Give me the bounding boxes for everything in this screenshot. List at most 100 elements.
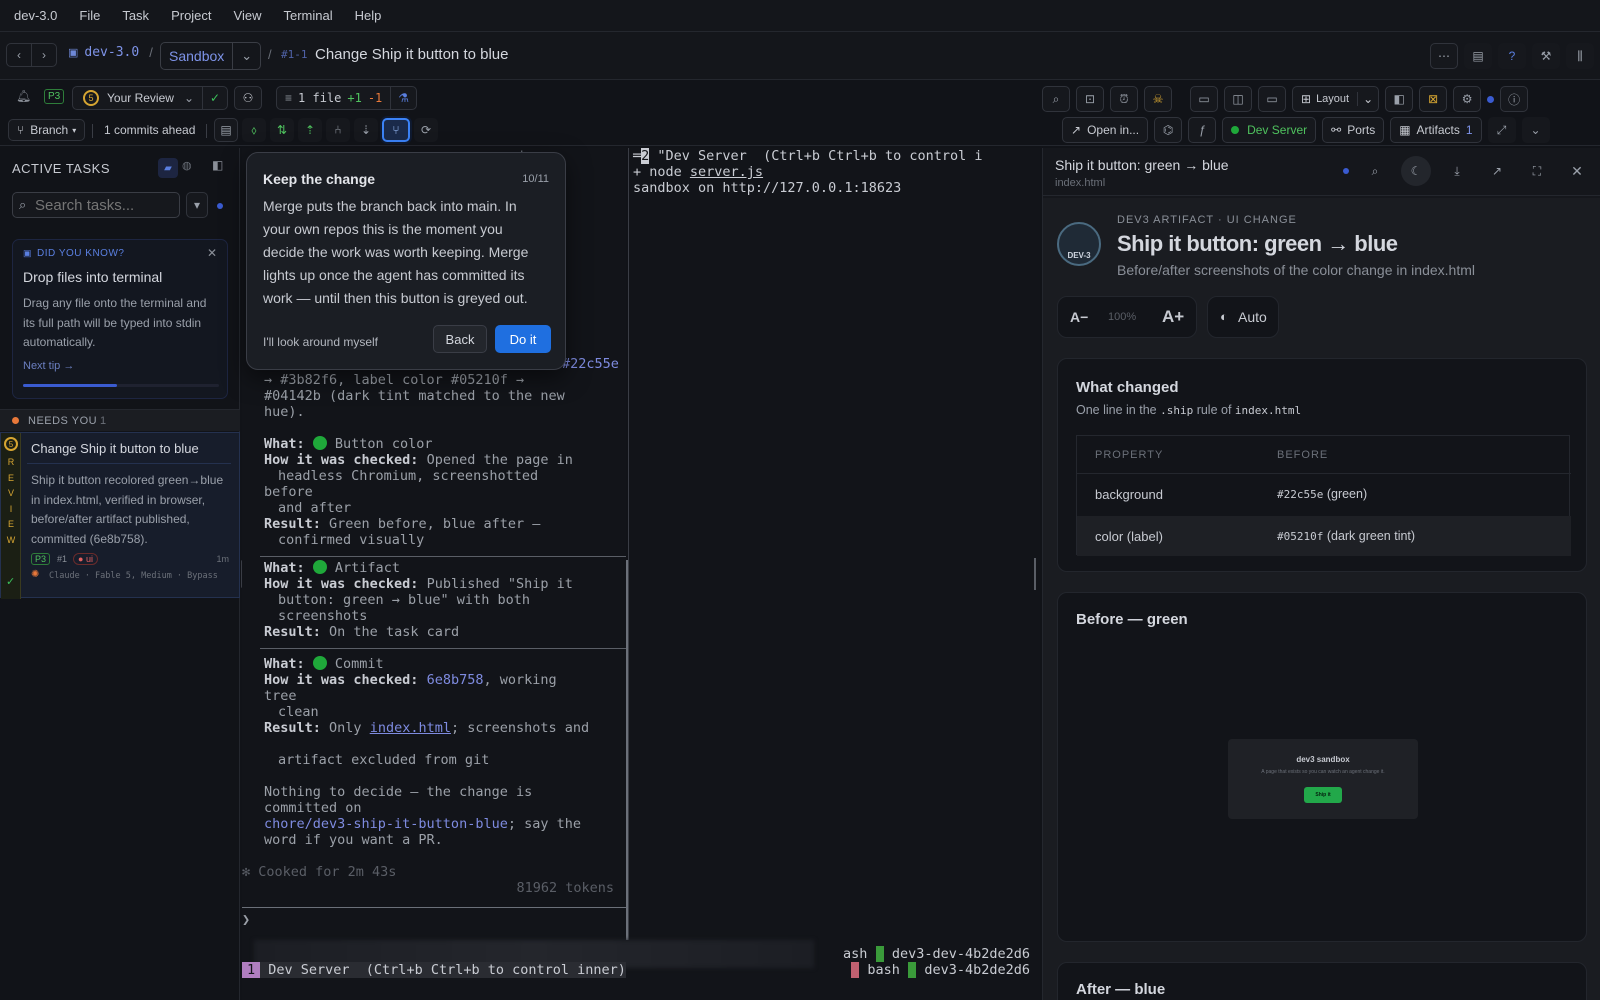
more-icon[interactable]: ⋯ (1430, 43, 1458, 69)
menu-project[interactable]: Project (171, 8, 211, 23)
task-description: Ship it button recolored green→blue in i… (31, 473, 224, 546)
terminal-line: hue). (264, 404, 305, 420)
fullscreen-icon[interactable]: ⛶ (1523, 158, 1551, 184)
table-row: color (label) #05210f (dark green tint) (1077, 516, 1571, 556)
prompt-indicator[interactable]: ❯ (242, 912, 250, 928)
skip-tour-link[interactable]: I'll look around myself (263, 335, 378, 349)
ports-button[interactable]: ⚯ Ports (1322, 117, 1385, 143)
additions-count: +1 (347, 91, 362, 105)
menu-help[interactable]: Help (355, 8, 382, 23)
do-it-button[interactable]: Do it (495, 325, 551, 353)
status-dot-icon (1343, 168, 1349, 174)
panel-icon[interactable]: ◧ (1385, 86, 1414, 112)
bell-icon[interactable]: 🔔︎ (16, 89, 31, 103)
rebase-icon[interactable]: ⑃ (326, 118, 350, 142)
flask-icon[interactable]: ⚗ (390, 87, 416, 109)
check-result: Result: Green before, blue after — (264, 516, 541, 532)
back-button[interactable]: Back (433, 325, 487, 353)
branch-select[interactable]: ⑂ Branch ▾ (8, 119, 86, 141)
collapse-icon[interactable]: ⌄ (1521, 117, 1550, 143)
gear-icon[interactable]: ⚙ (1453, 86, 1482, 112)
close-icon[interactable]: ✕ (207, 246, 217, 260)
layout-label: Layout (1316, 93, 1350, 105)
pull-request-icon[interactable]: ⇅ (270, 118, 294, 142)
layout-bottom-icon[interactable]: ▭ (1190, 86, 1218, 112)
divider (206, 124, 207, 138)
fetch-icon[interactable]: ⇣ (354, 118, 378, 142)
back-icon[interactable]: ‹ (6, 43, 32, 67)
merge-icon[interactable]: ⑂ (382, 118, 410, 142)
expand-icon[interactable]: ⤢ (1487, 117, 1516, 143)
green-circle-icon (312, 436, 327, 450)
sidebar-toggle-icon[interactable]: ◧ (212, 158, 223, 172)
alarm-icon[interactable]: ⏰︎ (1110, 86, 1138, 112)
sliders-icon[interactable]: ⫼ (1566, 43, 1594, 69)
list-view-icon[interactable]: ▰ (158, 158, 178, 178)
theme-toggle[interactable]: ◐ Auto (1207, 296, 1279, 338)
layout-side-icon[interactable]: ◫ (1224, 86, 1252, 112)
external-link-icon[interactable]: ↗ (1483, 158, 1511, 184)
menu-terminal[interactable]: Terminal (283, 8, 332, 23)
close-panel-icon[interactable]: ⊠ (1419, 86, 1448, 112)
check-how: How it was checked: Opened the page in (264, 452, 573, 468)
filter-icon[interactable]: ▾ (186, 192, 208, 218)
menu-app[interactable]: dev-3.0 (14, 8, 57, 23)
search-input[interactable] (35, 195, 175, 215)
chevron-down-icon[interactable]: ⌄ (232, 43, 260, 69)
skull-icon[interactable]: ☠ (1144, 86, 1172, 112)
chevron-down-icon: ⌄ (1357, 92, 1378, 106)
next-tip-link[interactable]: Next tip → (23, 360, 74, 372)
layout-top-icon[interactable]: ▭ (1258, 86, 1286, 112)
forward-icon[interactable]: › (31, 43, 57, 67)
file-link[interactable]: index.html (370, 720, 451, 736)
ship-it-button: Ship it (1304, 787, 1342, 803)
menu-file[interactable]: File (79, 8, 100, 23)
chevron-down-icon: ⌄ (183, 91, 194, 105)
artifacts-button[interactable]: ▦ Artifacts 1 (1390, 117, 1482, 143)
menu-view[interactable]: View (234, 8, 262, 23)
function-icon[interactable]: ƒ (1188, 117, 1217, 143)
help-icon[interactable]: ? (1498, 43, 1526, 69)
assign-icon[interactable]: ⚇ (234, 86, 262, 110)
server-terminal[interactable]: ═2 "Dev Server (Ctrl+b Ctrl+b to control… (628, 148, 1040, 948)
task-card[interactable]: 5 REVIEW ✓ Change Ship it button to blue… (0, 432, 240, 599)
wrench-icon[interactable]: ⚒ (1532, 43, 1560, 69)
font-increase-button[interactable]: A+ (1162, 307, 1184, 327)
diff-summary[interactable]: ≡ 1 file +1 -1 ⚗ (276, 86, 418, 110)
layout-select[interactable]: ⊞ Layout ⌄ (1292, 86, 1380, 112)
push-icon[interactable]: ⇡ (298, 118, 322, 142)
dev-server-button[interactable]: Dev Server (1222, 117, 1317, 143)
robot-icon[interactable]: ⊡ (1076, 86, 1104, 112)
check-what: What: Button color (264, 436, 433, 452)
tree-icon[interactable]: ⌬ (1154, 117, 1183, 143)
section-title: What changed (1076, 379, 1179, 396)
tmux-window[interactable]: 1 Dev Server (Ctrl+b Ctrl+b to control i… (242, 962, 626, 978)
branch-icon: ⑂ (17, 123, 25, 137)
globe-icon[interactable]: ◍ (182, 159, 192, 172)
sync-icon[interactable]: ⟳ (414, 118, 438, 142)
project-breadcrumb[interactable]: dev-3.0 (84, 45, 139, 60)
commit-list-icon[interactable]: ▤ (214, 118, 238, 142)
terminal-icon[interactable]: ▤ (1464, 43, 1492, 69)
task-age: 1m (216, 554, 229, 564)
download-icon[interactable]: ⤓ (1443, 158, 1471, 184)
close-icon[interactable]: ✕ (1563, 158, 1591, 184)
scrollbar[interactable] (1034, 558, 1036, 590)
open-in-button[interactable]: ↗ Open in... (1062, 117, 1149, 143)
row-property: background (1095, 487, 1163, 502)
menu-task[interactable]: Task (122, 8, 149, 23)
check-icon[interactable]: ✓ (202, 87, 227, 109)
external-link-icon: ↗ (1071, 123, 1082, 137)
section-desc: One line in the .ship rule of index.html (1076, 403, 1302, 417)
search-icon[interactable]: ⌕ (1361, 158, 1389, 184)
zoom-icon[interactable]: ⌕ (1042, 86, 1070, 112)
summary-line: Nothing to decide — the change is (264, 784, 533, 800)
info-icon[interactable]: ⓘ (1500, 86, 1529, 112)
review-select[interactable]: 5 Your Review ⌄ ✓ (72, 86, 229, 110)
needs-you-header: NEEDS YOU 1 (0, 409, 240, 431)
font-decrease-button[interactable]: A− (1070, 309, 1088, 325)
moon-icon[interactable]: ☾ (1401, 156, 1431, 186)
commit-icon[interactable]: ⬨ (242, 118, 266, 142)
env-select[interactable]: Sandbox ⌄ (160, 42, 262, 70)
check-what: What: Commit (264, 656, 384, 672)
